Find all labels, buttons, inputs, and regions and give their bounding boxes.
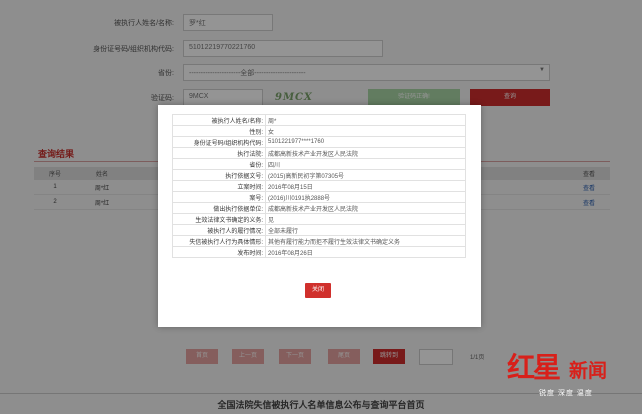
detail-row: 案号: (2016)川0191执2888号 bbox=[172, 191, 466, 203]
detail-row: 性别: 女 bbox=[172, 125, 466, 137]
detail-row: 发布时间: 2016年08月26日 bbox=[172, 246, 466, 258]
detail-row: 做出执行依据单位: 成都高新技术产业开发区人民法院 bbox=[172, 202, 466, 214]
redstar-news-watermark: 红星 新闻 锐度 深度 温度 bbox=[507, 346, 637, 410]
detail-row: 被执行人姓名/名称: 周* bbox=[172, 114, 466, 126]
detail-table: 被执行人姓名/名称: 周* 性别: 女 身份证号码/组织机构代码: 510122197… bbox=[172, 114, 466, 258]
detail-row: 失信被执行人行为具体情形: 其他有履行能力而拒不履行生效法律文书确定义务 bbox=[172, 235, 466, 247]
detail-row: 生效法律文书确定的义务: 见 bbox=[172, 213, 466, 225]
detail-row: 被执行人的履行情况: 全部未履行 bbox=[172, 224, 466, 236]
detail-row: 执行依据文号: (2015)高新民初字第07305号 bbox=[172, 169, 466, 181]
watermark-logo: 红星 bbox=[507, 351, 561, 384]
watermark-news: 新闻 bbox=[569, 360, 608, 382]
close-button[interactable]: 关闭 bbox=[305, 283, 331, 298]
detail-row: 省份: 四川 bbox=[172, 158, 466, 170]
detail-row: 立案时间: 2016年08月15日 bbox=[172, 180, 466, 192]
detail-row: 执行法院: 成都高新技术产业开发区人民法院 bbox=[172, 147, 466, 159]
detail-modal: 被执行人姓名/名称: 周* 性别: 女 身份证号码/组织机构代码: 510122197… bbox=[158, 105, 481, 327]
watermark-tagline: 锐度 深度 温度 bbox=[539, 390, 593, 397]
detail-row: 身份证号码/组织机构代码: 5101221977****1760 bbox=[172, 136, 466, 148]
